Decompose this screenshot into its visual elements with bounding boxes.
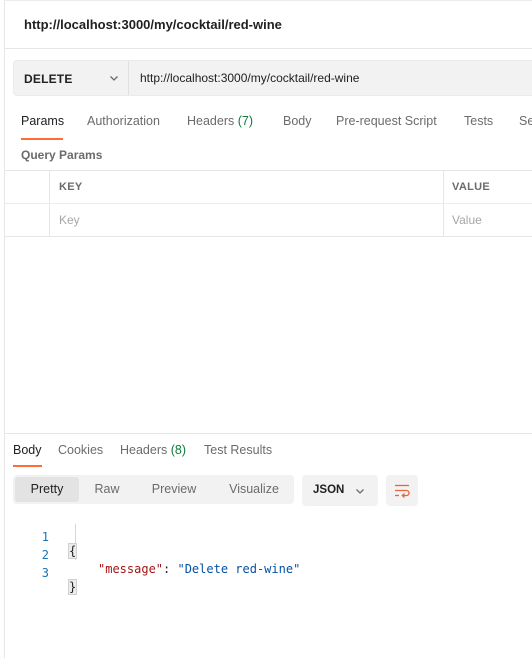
open-brace: { [67,543,78,559]
format-label: JSON [313,484,345,496]
format-select[interactable]: JSON [302,475,378,506]
view-pretty-button[interactable]: Pretty [15,477,79,502]
request-url-bar: DELETE http://localhost:3000/my/cocktail… [13,60,532,96]
response-tabs: Body Cookies Headers (8) Test Results [5,434,532,468]
line-number: 1 [41,530,49,544]
json-value: "Delete red-wine" [177,562,301,576]
response-tab-headers-count: (8) [170,443,187,457]
tab-headers-label: Headers [187,114,238,128]
line-number: 2 [41,548,49,562]
response-tab-test-results[interactable]: Test Results [204,443,272,457]
response-tab-headers[interactable]: Headers (8) [120,443,186,457]
query-params-table: KEY VALUE Key Value [5,170,532,237]
tab-settings[interactable]: Se [519,114,532,128]
tab-tests[interactable]: Tests [464,114,493,128]
tab-pre-request-script[interactable]: Pre-request Script [336,114,437,128]
response-tab-cookies[interactable]: Cookies [58,443,103,457]
active-response-tab-indicator [13,465,42,467]
row-divider [5,203,532,204]
tab-params[interactable]: Params [21,114,64,128]
param-key-input[interactable]: Key [59,213,80,227]
request-title-bar: http://localhost:3000/my/cocktail/red-wi… [5,0,532,49]
url-text: http://localhost:3000/my/cocktail/red-wi… [140,71,360,85]
view-mode-group: Pretty Raw Preview Visualize [13,475,294,504]
column-header-key: KEY [59,181,83,193]
code-line: 1 { [5,516,78,559]
request-title[interactable]: http://localhost:3000/my/cocktail/red-wi… [24,17,282,32]
query-params-heading: Query Params [21,148,103,162]
tab-headers-count: (7) [237,114,254,128]
view-raw-button[interactable]: Raw [83,477,131,502]
active-tab-indicator [21,138,63,140]
param-value-input[interactable]: Value [452,213,482,227]
method-label: DELETE [24,72,73,86]
response-tab-headers-label: Headers [120,443,171,457]
chevron-down-icon [110,76,118,81]
view-preview-button[interactable]: Preview [139,477,209,502]
code-line: 3 } [5,552,78,595]
url-input[interactable]: http://localhost:3000/my/cocktail/red-wi… [130,61,532,95]
method-select[interactable]: DELETE [14,61,129,95]
tab-authorization[interactable]: Authorization [87,114,160,128]
chevron-down-icon [356,489,364,494]
close-brace: } [67,579,78,595]
request-tabs: Params Authorization Headers (7) Body Pr… [5,106,532,140]
json-entry: "message": "Delete red-wine" [98,562,300,576]
json-key: "message" [98,562,164,576]
tab-body[interactable]: Body [283,114,312,128]
json-colon: : [163,562,178,576]
wrap-lines-button[interactable] [386,475,418,506]
view-visualize-button[interactable]: Visualize [219,477,289,502]
code-line: 2 "message": "Delete red-wine" [5,534,301,576]
line-number: 3 [41,566,49,580]
wrap-lines-icon [395,484,410,498]
response-tab-body[interactable]: Body [13,443,42,457]
column-header-value: VALUE [452,181,490,193]
tab-headers[interactable]: Headers (7) [187,114,253,128]
